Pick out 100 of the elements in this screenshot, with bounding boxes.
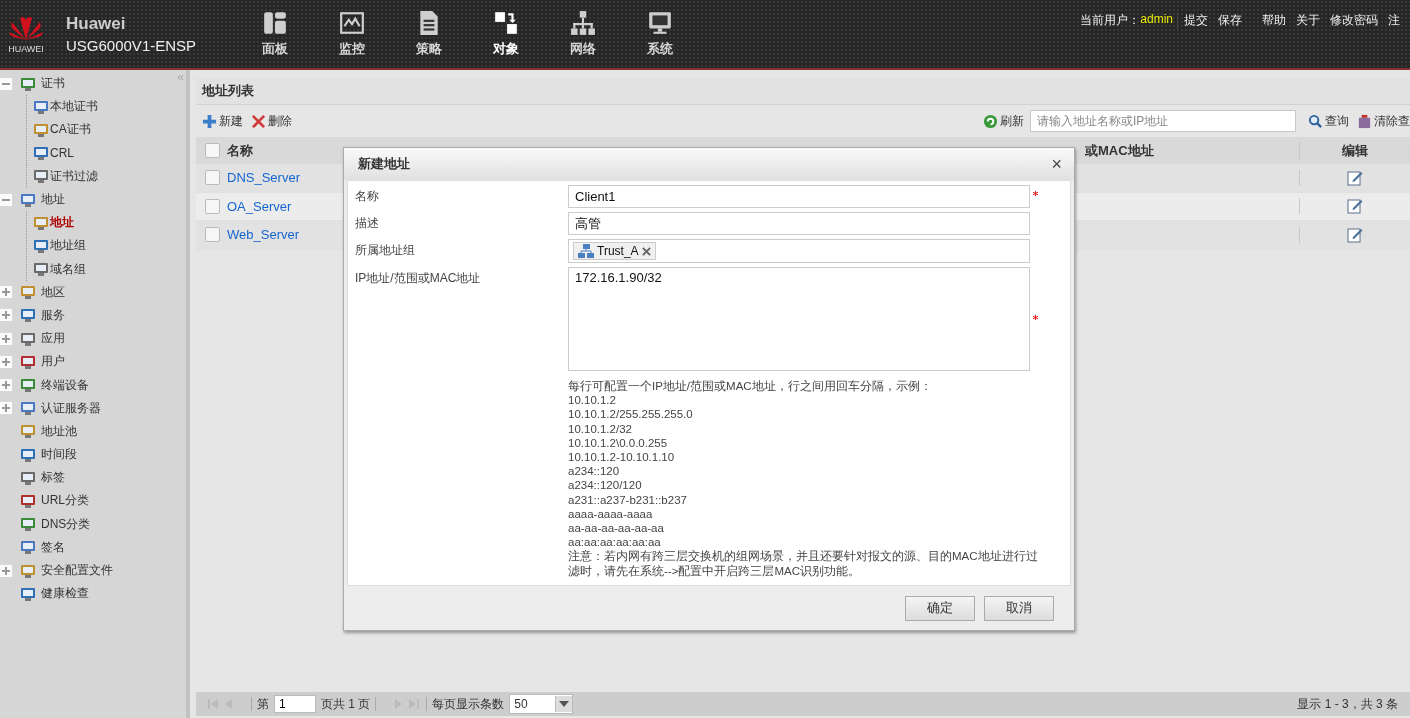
expander-icon[interactable] xyxy=(0,355,12,368)
group-field[interactable]: Trust_A xyxy=(568,239,1030,263)
item-icon xyxy=(20,75,36,92)
edit-icon[interactable] xyxy=(1347,169,1363,186)
sidebar-item[interactable]: 域名组 xyxy=(50,260,86,278)
sidebar-item[interactable]: 服务 xyxy=(41,306,65,324)
edit-icon[interactable] xyxy=(1347,226,1363,243)
row-checkbox[interactable] xyxy=(205,170,220,186)
expander-icon[interactable] xyxy=(0,286,12,299)
item-icon xyxy=(33,237,49,254)
expander-icon[interactable] xyxy=(0,564,12,577)
sidebar-item[interactable]: CRL xyxy=(50,146,74,161)
edit-icon[interactable] xyxy=(1347,198,1363,215)
sidebar-item[interactable]: 地址组 xyxy=(50,237,86,255)
tag-chip[interactable]: Trust_A xyxy=(573,242,656,260)
hint-text: aa-aa-aa-aa-aa-aa xyxy=(568,521,665,536)
product-name: Huawei xyxy=(66,14,127,34)
new-button[interactable]: 新建 xyxy=(202,112,243,130)
nav-icon xyxy=(338,10,365,36)
expander-icon[interactable] xyxy=(0,193,12,206)
item-icon xyxy=(20,562,36,579)
sidebar-item[interactable]: 地址 xyxy=(50,214,74,232)
select-all-checkbox[interactable] xyxy=(205,143,220,158)
remove-icon[interactable] xyxy=(641,246,651,256)
logo-icon xyxy=(6,14,46,42)
sidebar-item[interactable]: 应用 xyxy=(41,330,65,348)
sidebar-item[interactable]: 用户 xyxy=(41,353,65,371)
nav-tab[interactable]: 网络 xyxy=(544,0,621,68)
address-textarea[interactable]: 172.16.1.90/32 xyxy=(568,267,1030,371)
per-page-select[interactable]: 50 xyxy=(509,694,574,714)
hint-text: aa:aa:aa:aa:aa:aa xyxy=(568,535,662,550)
clear-query-button[interactable]: 清除查 xyxy=(1357,112,1410,130)
clear-icon xyxy=(1357,113,1372,129)
header-link[interactable]: 修改密码 xyxy=(1330,12,1378,29)
per-page-label: 每页显示条数 xyxy=(432,695,505,713)
input-field[interactable]: Client1 xyxy=(568,185,1030,208)
nav-tab[interactable]: 监控 xyxy=(313,0,390,68)
address-link[interactable]: Web_Server xyxy=(227,227,299,243)
page-label: 第 xyxy=(257,695,269,713)
address-link[interactable]: DNS_Server xyxy=(227,170,300,186)
item-icon xyxy=(20,330,36,347)
sidebar-item[interactable]: DNS分类 xyxy=(41,515,91,533)
expander-icon[interactable] xyxy=(0,332,12,345)
address-link[interactable]: OA_Server xyxy=(227,198,292,214)
column-header: 或MAC地址 xyxy=(1085,142,1154,158)
nav-tab[interactable]: 策略 xyxy=(390,0,467,68)
item-icon xyxy=(33,261,49,278)
header-link[interactable]: 帮助 xyxy=(1262,12,1286,29)
sidebar-item[interactable]: 签名 xyxy=(41,538,65,556)
sidebar-item[interactable]: URL分类 xyxy=(41,492,89,510)
close-button[interactable]: × xyxy=(1051,153,1062,175)
sidebar-item[interactable]: 证书 xyxy=(41,75,65,93)
dialog-button[interactable]: 确定 xyxy=(905,595,975,621)
item-icon xyxy=(20,284,36,301)
sidebar-item[interactable]: 地址池 xyxy=(41,422,77,440)
expander-icon[interactable] xyxy=(0,309,12,322)
page-count: 页共 1 页 xyxy=(321,695,371,713)
hint-text: a234::120/120 xyxy=(568,478,643,493)
header-link[interactable]: 保存 xyxy=(1218,12,1242,29)
header-link[interactable]: 关于 xyxy=(1296,12,1320,29)
sidebar-item[interactable]: 地址 xyxy=(41,191,65,209)
expander-icon[interactable] xyxy=(0,379,12,392)
row-checkbox[interactable] xyxy=(205,198,220,214)
hint-text: 注意：若内网有跨三层交换机的组网场景，并且还要针对报文的源、目的MAC地址进行过滤时，请先在系统-->配置中开启跨三层MAC识别功能。 xyxy=(568,549,1039,578)
sidebar-item[interactable]: 安全配置文件 xyxy=(41,562,113,580)
field-label: 所属地址组 xyxy=(355,242,416,259)
item-icon xyxy=(20,516,36,533)
sidebar-item[interactable]: 时间段 xyxy=(41,446,77,464)
item-icon xyxy=(20,400,36,417)
item-icon xyxy=(20,423,36,440)
sidebar-item[interactable]: CA证书 xyxy=(50,121,91,139)
item-icon xyxy=(20,492,36,509)
query-button[interactable]: 查询 xyxy=(1308,112,1349,130)
nav-tab[interactable]: 面板 xyxy=(236,0,313,68)
nav-tab[interactable]: 对象 xyxy=(467,0,544,68)
item-icon xyxy=(20,307,36,324)
network-icon xyxy=(578,244,594,258)
header-link[interactable]: 提交 xyxy=(1184,12,1208,29)
row-checkbox[interactable] xyxy=(205,227,220,243)
refresh-icon xyxy=(983,113,998,129)
input-field[interactable]: 高管 xyxy=(568,212,1030,235)
expander-icon[interactable] xyxy=(0,77,12,90)
sidebar-item[interactable]: 标签 xyxy=(41,469,65,487)
sidebar-item[interactable]: 认证服务器 xyxy=(41,399,101,417)
dialog-title: 新建地址 xyxy=(358,155,410,173)
sidebar-item[interactable]: 本地证书 xyxy=(50,98,98,116)
sidebar-item[interactable]: 终端设备 xyxy=(41,376,89,394)
sidebar-item[interactable]: 证书过滤 xyxy=(50,167,98,185)
expander-icon[interactable] xyxy=(0,402,12,415)
header-link[interactable]: 注 xyxy=(1388,12,1400,29)
nav-icon xyxy=(569,10,596,36)
nav-tab[interactable]: 系统 xyxy=(621,0,698,68)
search-field[interactable]: 请输入地址名称或IP地址 xyxy=(1030,110,1296,132)
sidebar-item[interactable]: 地区 xyxy=(41,283,65,301)
sidebar-item[interactable]: 健康检查 xyxy=(41,585,89,603)
delete-button[interactable]: 删除 xyxy=(251,112,292,130)
dialog-button[interactable]: 取消 xyxy=(984,595,1054,621)
page-field[interactable]: 1 xyxy=(274,695,316,713)
item-icon xyxy=(20,539,36,556)
refresh-button[interactable]: 刷新 xyxy=(983,112,1024,130)
